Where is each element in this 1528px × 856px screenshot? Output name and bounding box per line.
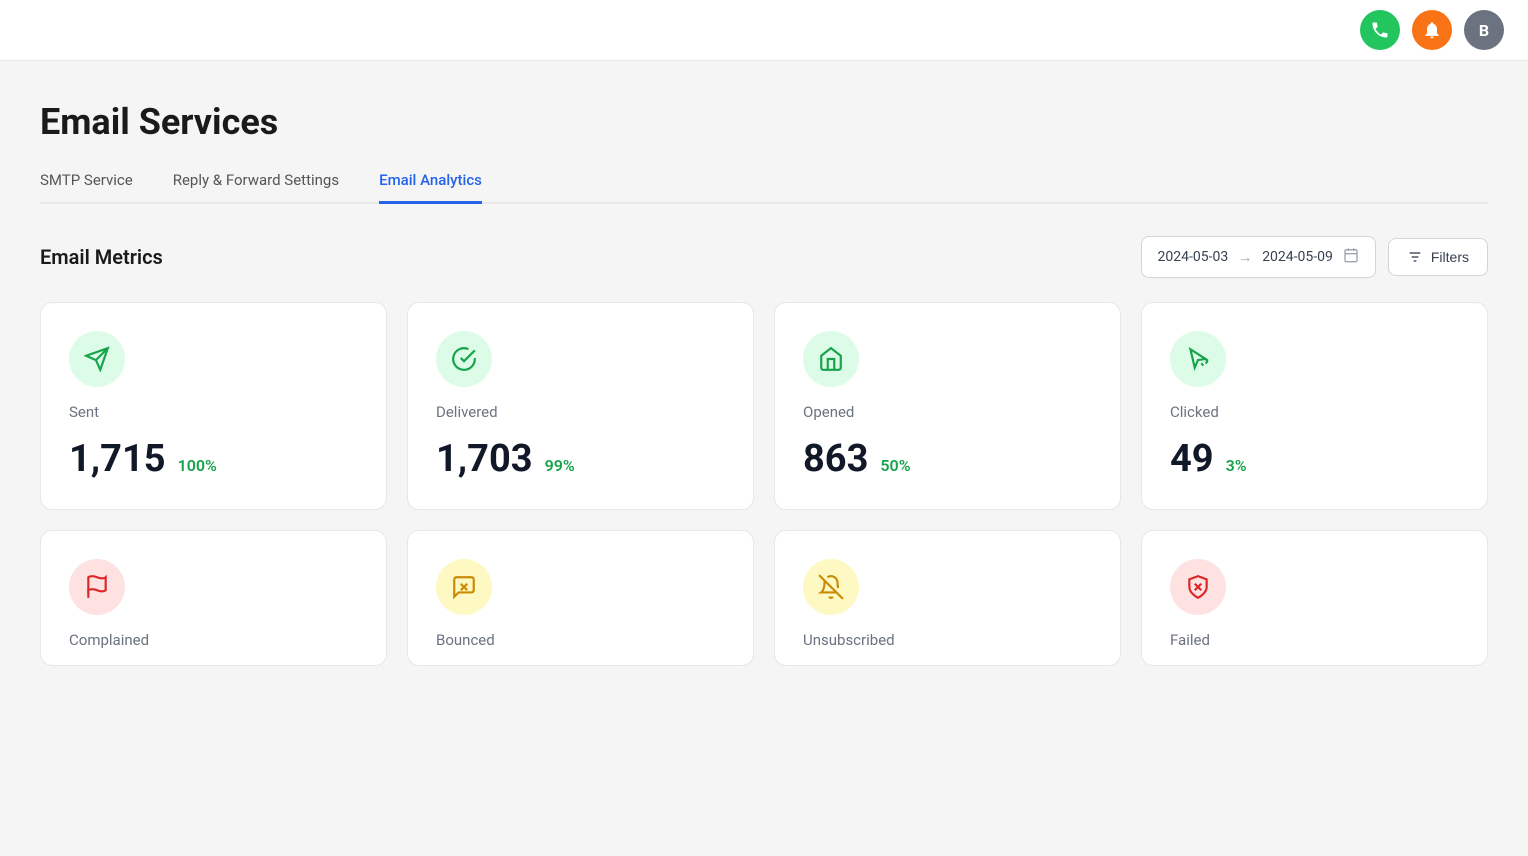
tab-reply[interactable]: Reply & Forward Settings bbox=[173, 171, 339, 204]
bounced-icon-circle bbox=[436, 559, 492, 615]
bell-icon[interactable] bbox=[1412, 10, 1452, 50]
opened-label: Opened bbox=[803, 403, 1092, 421]
main-content: Email Services SMTP Service Reply & Forw… bbox=[0, 61, 1528, 726]
failed-label: Failed bbox=[1170, 631, 1459, 649]
message-x-icon bbox=[451, 574, 477, 600]
calendar-icon bbox=[1343, 247, 1359, 267]
shield-x-icon bbox=[1185, 574, 1211, 600]
sent-value: 1,715 bbox=[69, 437, 166, 481]
sent-icon-circle bbox=[69, 331, 125, 387]
date-range-picker[interactable]: 2024-05-03 → 2024-05-09 bbox=[1141, 236, 1376, 278]
clicked-value-row: 49 3% bbox=[1170, 437, 1459, 481]
bell-off-icon bbox=[818, 574, 844, 600]
date-from: 2024-05-03 bbox=[1158, 249, 1229, 265]
date-to: 2024-05-09 bbox=[1262, 249, 1333, 265]
sent-label: Sent bbox=[69, 403, 358, 421]
delivered-label: Delivered bbox=[436, 403, 725, 421]
page-title: Email Services bbox=[40, 101, 1488, 143]
metrics-controls: 2024-05-03 → 2024-05-09 bbox=[1141, 236, 1489, 278]
complained-label: Complained bbox=[69, 631, 358, 649]
opened-icon-circle bbox=[803, 331, 859, 387]
delivered-value-row: 1,703 99% bbox=[436, 437, 725, 481]
opened-pct: 50% bbox=[880, 456, 910, 475]
card-unsubscribed: Unsubscribed bbox=[774, 530, 1121, 666]
card-complained: Complained bbox=[40, 530, 387, 666]
opened-value-row: 863 50% bbox=[803, 437, 1092, 481]
card-failed: Failed bbox=[1141, 530, 1488, 666]
sent-pct: 100% bbox=[178, 456, 217, 475]
top-cards-grid: Sent 1,715 100% Delivered 1,703 99% bbox=[40, 302, 1488, 510]
complained-icon-circle bbox=[69, 559, 125, 615]
delivered-value: 1,703 bbox=[436, 437, 533, 481]
phone-icon[interactable] bbox=[1360, 10, 1400, 50]
sent-value-row: 1,715 100% bbox=[69, 437, 358, 481]
unsubscribed-label: Unsubscribed bbox=[803, 631, 1092, 649]
send-icon bbox=[84, 346, 110, 372]
envelope-open-icon bbox=[818, 346, 844, 372]
unsubscribed-icon-circle bbox=[803, 559, 859, 615]
tab-smtp[interactable]: SMTP Service bbox=[40, 171, 133, 204]
failed-icon-circle bbox=[1170, 559, 1226, 615]
tabs-nav: SMTP Service Reply & Forward Settings Em… bbox=[40, 171, 1488, 204]
check-circle-icon bbox=[451, 346, 477, 372]
arrow-icon: → bbox=[1238, 249, 1252, 266]
tab-analytics[interactable]: Email Analytics bbox=[379, 171, 482, 204]
bottom-cards-grid: Complained Bounced bbox=[40, 530, 1488, 666]
topbar: B bbox=[0, 0, 1528, 61]
card-opened: Opened 863 50% bbox=[774, 302, 1121, 510]
clicked-value: 49 bbox=[1170, 437, 1214, 481]
clicked-icon-circle bbox=[1170, 331, 1226, 387]
filters-label: Filters bbox=[1431, 249, 1469, 265]
card-clicked: Clicked 49 3% bbox=[1141, 302, 1488, 510]
filter-icon bbox=[1407, 249, 1423, 265]
clicked-pct: 3% bbox=[1226, 456, 1247, 475]
metrics-title: Email Metrics bbox=[40, 245, 163, 269]
clicked-label: Clicked bbox=[1170, 403, 1459, 421]
cursor-click-icon bbox=[1185, 346, 1211, 372]
flag-icon bbox=[84, 574, 110, 600]
card-delivered: Delivered 1,703 99% bbox=[407, 302, 754, 510]
card-bounced: Bounced bbox=[407, 530, 754, 666]
user-avatar[interactable]: B bbox=[1464, 10, 1504, 50]
bounced-label: Bounced bbox=[436, 631, 725, 649]
delivered-icon-circle bbox=[436, 331, 492, 387]
metrics-header: Email Metrics 2024-05-03 → 2024-05-09 bbox=[40, 236, 1488, 278]
card-sent: Sent 1,715 100% bbox=[40, 302, 387, 510]
filters-button[interactable]: Filters bbox=[1388, 238, 1488, 276]
opened-value: 863 bbox=[803, 437, 868, 481]
delivered-pct: 99% bbox=[545, 456, 575, 475]
